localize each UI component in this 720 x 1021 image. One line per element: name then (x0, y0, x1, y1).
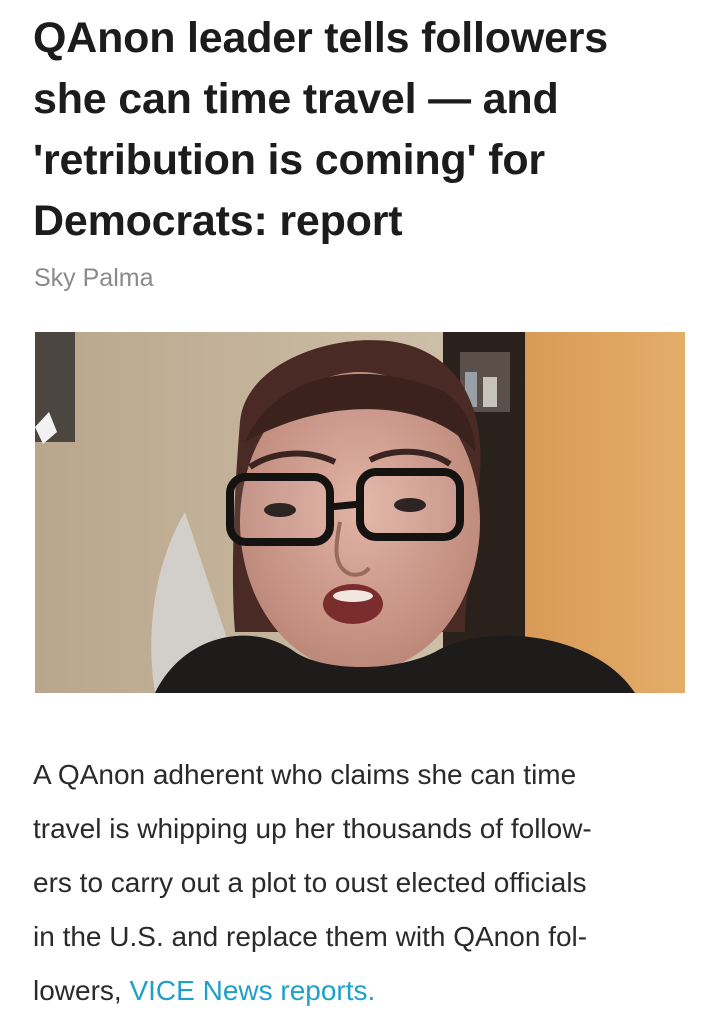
body-line: ers to carry out a plot to oust elected … (33, 867, 587, 898)
body-line: in the U.S. and replace them with QAnon … (33, 921, 588, 952)
headline-line: QAnon leader tells followers (33, 14, 609, 62)
article-photo (35, 332, 685, 693)
body-line-last: lowers, VICE News reports. (33, 964, 703, 1018)
headline-line: 'retribution is coming' for (33, 136, 545, 184)
vice-news-link[interactable]: VICE News reports. (129, 975, 375, 1006)
body-line-prefix: lowers, (33, 975, 130, 1006)
body-line: travel is whipping up her thousands of f… (33, 813, 592, 844)
article-headline: QAnon leader tells followers she can tim… (33, 8, 693, 252)
headline-line: Democrats: report (33, 197, 403, 245)
body-line: A QAnon adherent who claims she can time (33, 759, 577, 790)
article-body: A QAnon adherent who claims she can time… (33, 748, 703, 1018)
headline-line: she can time travel — and (33, 75, 559, 123)
author-byline[interactable]: Sky Palma (34, 262, 153, 294)
